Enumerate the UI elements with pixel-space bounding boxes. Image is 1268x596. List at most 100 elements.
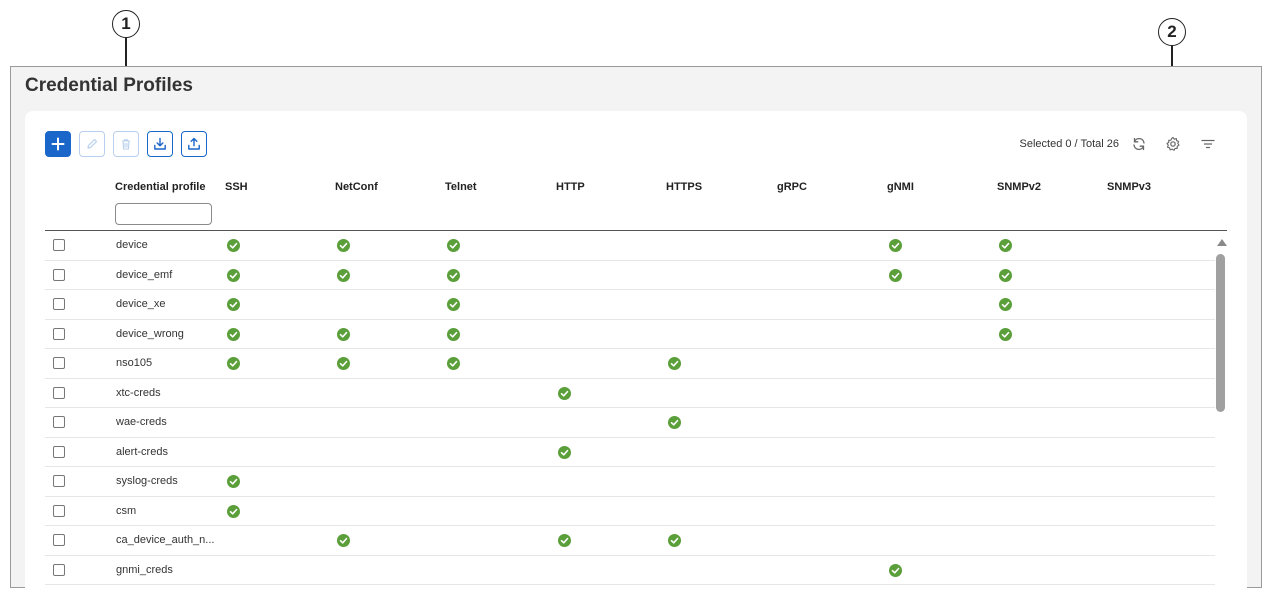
col-header-credential-profile[interactable]: Credential profile	[115, 181, 205, 193]
row-checkbox[interactable]	[53, 445, 65, 458]
refresh-button[interactable]	[1130, 135, 1148, 153]
col-header-grpc[interactable]: gRPC	[777, 181, 807, 193]
table-row[interactable]: xtc-creds	[45, 379, 1215, 408]
selection-count: Selected 0 / Total 26	[1019, 138, 1119, 150]
check-circle-icon	[558, 534, 571, 547]
row-checkbox[interactable]	[53, 298, 65, 310]
page-title: Credential Profiles	[25, 75, 193, 96]
table-row[interactable]: device_emf	[45, 261, 1215, 290]
trash-icon	[122, 139, 130, 150]
table-row[interactable]: ca_device_auth_n...	[45, 526, 1215, 556]
check-circle-icon	[447, 268, 460, 282]
check-circle-icon	[337, 239, 350, 252]
download-icon	[154, 137, 166, 150]
table-row[interactable]: alert-creds	[45, 438, 1215, 467]
profile-name: csm	[116, 504, 137, 517]
export-profiles-button[interactable]	[181, 131, 207, 157]
check-circle-icon	[227, 239, 240, 252]
profiles-table-body: device device_emf device_xe device_wrongnso…	[45, 231, 1215, 585]
plus-icon	[51, 137, 65, 151]
profile-name: wae-creds	[116, 416, 167, 428]
row-checkbox[interactable]	[53, 534, 65, 546]
col-header-http[interactable]: HTTP	[556, 181, 585, 193]
profile-name: nso105	[116, 357, 153, 369]
profile-name: device	[116, 239, 148, 251]
import-profiles-button[interactable]	[147, 131, 173, 157]
row-checkbox[interactable]	[53, 563, 65, 576]
profile-name: xtc-creds	[116, 386, 161, 399]
profile-name: device_emf	[116, 268, 173, 281]
col-header-snmpv3[interactable]: SNMPv3	[1107, 181, 1151, 193]
callout-1: 1	[112, 10, 140, 38]
scroll-up-arrow[interactable]	[1217, 239, 1227, 246]
table-row[interactable]: device_wrong	[45, 320, 1215, 349]
credential-profiles-panel: Credential Profiles Selected 0 / Total 2…	[10, 66, 1262, 589]
gear-icon	[1166, 136, 1180, 151]
add-profile-button[interactable]	[45, 131, 71, 157]
check-circle-icon	[447, 327, 460, 341]
check-circle-icon	[668, 534, 681, 547]
check-circle-icon	[447, 298, 460, 311]
check-circle-icon	[337, 357, 350, 370]
profile-name: device_xe	[116, 298, 166, 310]
col-header-telnet[interactable]: Telnet	[445, 181, 477, 193]
table-row[interactable]: device_xe	[45, 290, 1215, 320]
row-checkbox[interactable]	[53, 386, 65, 399]
check-circle-icon	[668, 416, 681, 429]
col-header-ssh[interactable]: SSH	[225, 181, 248, 193]
row-checkbox[interactable]	[53, 416, 65, 428]
table-row[interactable]: device	[45, 231, 1215, 261]
check-circle-icon	[227, 327, 240, 341]
check-circle-icon	[999, 298, 1012, 311]
upload-icon	[188, 137, 200, 150]
check-circle-icon	[337, 534, 350, 547]
filter-button[interactable]	[1199, 135, 1217, 153]
check-circle-icon	[668, 357, 681, 370]
row-checkbox[interactable]	[53, 327, 65, 340]
check-circle-icon	[558, 386, 571, 400]
profile-filter-input[interactable]	[115, 203, 212, 225]
check-circle-icon	[999, 327, 1012, 341]
col-header-gnmi[interactable]: gNMI	[887, 181, 914, 193]
col-header-netconf[interactable]: NetConf	[335, 181, 378, 193]
table-row[interactable]: nso105	[45, 349, 1215, 379]
callout-2: 2	[1158, 18, 1186, 46]
table-row[interactable]: wae-creds	[45, 408, 1215, 438]
table-row[interactable]: csm	[45, 497, 1215, 526]
profile-name: syslog-creds	[116, 475, 178, 487]
check-circle-icon	[889, 268, 902, 282]
check-circle-icon	[889, 239, 902, 252]
check-circle-icon	[999, 268, 1012, 282]
scrollbar-thumb[interactable]	[1216, 254, 1225, 412]
delete-profile-button[interactable]	[113, 131, 139, 157]
table-row[interactable]: gnmi_creds	[45, 556, 1215, 585]
check-circle-icon	[227, 268, 240, 282]
profile-name: alert-creds	[116, 445, 168, 458]
check-circle-icon	[227, 504, 240, 518]
row-checkbox[interactable]	[53, 268, 65, 281]
check-circle-icon	[889, 563, 902, 577]
refresh-icon	[1133, 137, 1145, 151]
table-row[interactable]: syslog-creds	[45, 467, 1215, 497]
profile-name: device_wrong	[116, 327, 184, 340]
profile-name: ca_device_auth_n...	[116, 534, 215, 546]
settings-button[interactable]	[1164, 135, 1182, 153]
check-circle-icon	[337, 327, 350, 341]
check-circle-icon	[999, 239, 1012, 252]
check-circle-icon	[558, 445, 571, 459]
check-circle-icon	[227, 357, 240, 370]
check-circle-icon	[227, 475, 240, 488]
row-checkbox[interactable]	[53, 357, 65, 369]
row-checkbox[interactable]	[53, 239, 65, 251]
check-circle-icon	[447, 357, 460, 370]
edit-profile-button[interactable]	[79, 131, 105, 157]
col-header-snmpv2[interactable]: SNMPv2	[997, 181, 1041, 193]
pencil-icon	[87, 138, 98, 149]
check-circle-icon	[337, 268, 350, 282]
row-checkbox[interactable]	[53, 475, 65, 487]
col-header-https[interactable]: HTTPS	[666, 181, 702, 193]
profiles-card: Selected 0 / Total 26 Credential profile…	[25, 111, 1247, 589]
filter-icon	[1201, 139, 1215, 149]
row-checkbox[interactable]	[53, 504, 65, 517]
check-circle-icon	[227, 298, 240, 311]
